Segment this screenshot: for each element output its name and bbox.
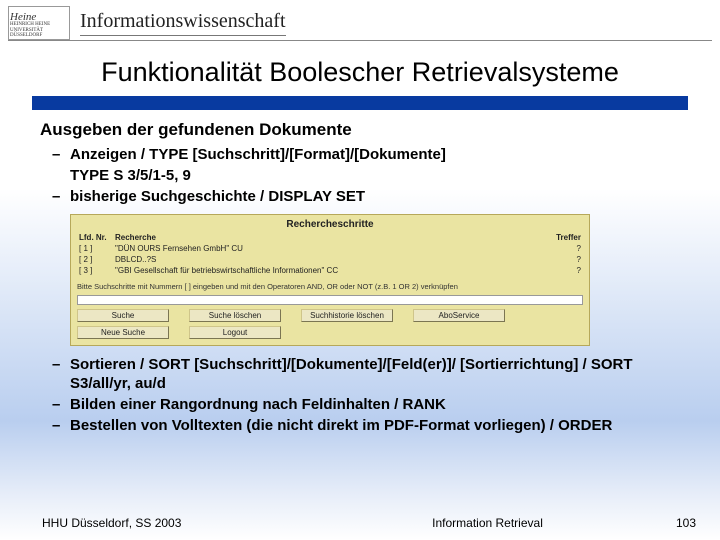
hint-text: Bitte Suchschritte mit Nummern [ ] einge… xyxy=(77,282,583,291)
new-search-button[interactable]: Neue Suche xyxy=(77,326,169,339)
clear-search-button[interactable]: Suche löschen xyxy=(189,309,281,322)
footer-page-number: 103 xyxy=(636,516,720,530)
screenshot-title: Rechercheschritte xyxy=(77,219,583,230)
table-row: [ 1 ]"DÜN OURS Fernsehen GmbH" CU? xyxy=(77,243,583,254)
bullet-item: Bilden einer Rangordnung nach Feldinhalt… xyxy=(70,396,680,415)
search-button[interactable]: Suche xyxy=(77,309,169,322)
bullet-item: Sortieren / SORT [Suchschritt]/[Dokument… xyxy=(70,356,680,394)
logout-button[interactable]: Logout xyxy=(189,326,281,339)
department-label: Informationswissenschaft xyxy=(80,10,286,36)
query-input[interactable] xyxy=(77,295,583,305)
bullet-item: Anzeigen / TYPE [Suchschritt]/[Format]/[… xyxy=(70,146,680,165)
footer-left: HHU Düsseldorf, SS 2003 xyxy=(0,516,339,530)
section-heading: Ausgeben der gefundenen Dokumente xyxy=(40,120,680,140)
search-history-table: Lfd. Nr. Recherche Treffer [ 1 ]"DÜN OUR… xyxy=(77,232,583,276)
screenshot-panel: Rechercheschritte Lfd. Nr. Recherche Tre… xyxy=(70,214,590,346)
table-row: [ 3 ]"GBI Gesellschaft für betriebswirts… xyxy=(77,265,583,276)
title-underline-bar xyxy=(32,96,688,110)
table-header: Treffer xyxy=(539,232,583,243)
bullet-item: TYPE S 3/5/1-5, 9 xyxy=(70,167,680,186)
aboservice-button[interactable]: AboService xyxy=(413,309,505,322)
university-logo: Heine HEINRICH HEINE UNIVERSITÄT DÜSSELD… xyxy=(8,6,70,40)
slide-title: Funktionalität Boolescher Retrievalsyste… xyxy=(0,57,720,88)
table-header: Recherche xyxy=(113,232,539,243)
footer-center: Information Retrieval xyxy=(339,516,636,530)
table-row: [ 2 ]DBLCD..?S? xyxy=(77,254,583,265)
clear-history-button[interactable]: Suchhistorie löschen xyxy=(301,309,393,322)
bullet-item: bisherige Suchgeschichte / DISPLAY SET xyxy=(70,188,680,207)
table-header: Lfd. Nr. xyxy=(77,232,113,243)
bullet-item: Bestellen von Volltexten (die nicht dire… xyxy=(70,417,680,436)
